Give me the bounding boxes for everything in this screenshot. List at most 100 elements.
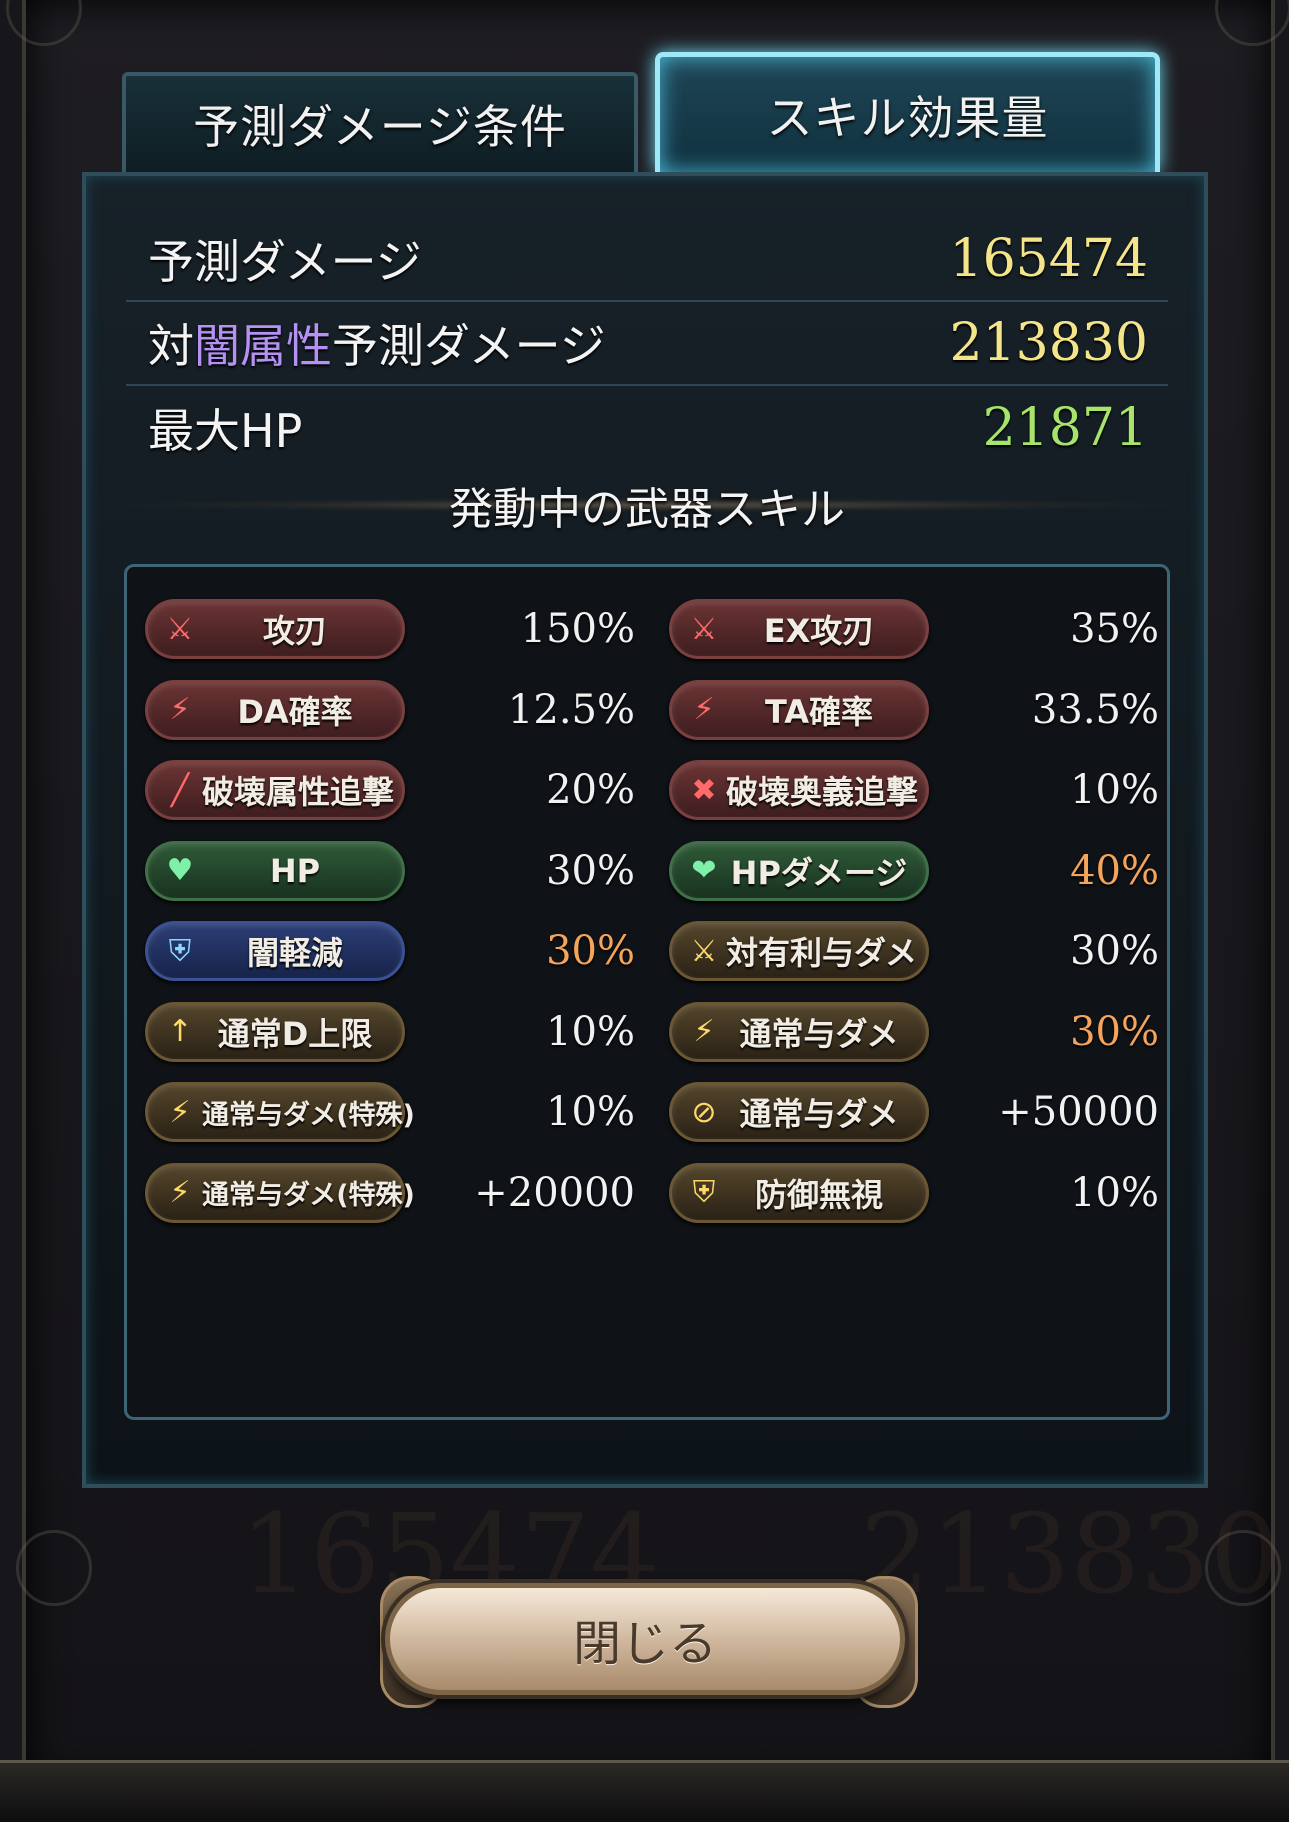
skill-value: +50000	[998, 1089, 1159, 1135]
skill-effects-panel: 予測ダメージ 165474 対闇属性予測ダメージ 213830 最大HP 218…	[82, 172, 1208, 1488]
max-hp-value: 21871	[982, 398, 1148, 458]
weapon-skill-item: ❤ HPダメージ 40%	[669, 839, 1159, 903]
skill-badge: ⊘ 通常与ダメ	[669, 1082, 929, 1142]
skill-badge: ⛨ 闇軽減	[145, 921, 405, 981]
predicted-damage-row: 予測ダメージ 165474	[126, 218, 1168, 302]
skill-label: TA確率	[764, 692, 874, 731]
skill-label: 通常与ダメ(特殊)	[202, 1099, 415, 1131]
tab-label: 予測ダメージ条件	[193, 100, 567, 154]
tab-skill-effects[interactable]: スキル効果量	[655, 52, 1160, 172]
weapon-skill-item: ⛨ 防御無視 10%	[669, 1161, 1159, 1225]
corner-ornament	[6, 0, 82, 46]
skill-label: EX攻刃	[763, 612, 875, 650]
circle-slash-icon: ⊘	[691, 1094, 717, 1130]
weapon-skill-item: ⚡ TA確率 33.5%	[669, 678, 1159, 742]
skill-label: 通常与ダメ	[739, 1095, 899, 1133]
lightning-sword-icon: ⚔	[690, 933, 718, 969]
corner-ornament	[16, 1530, 92, 1606]
weapon-skill-item: ⚡ 通常与ダメ 30%	[669, 1000, 1159, 1064]
skill-badge: ⚡ 通常与ダメ(特殊)	[145, 1162, 415, 1223]
skill-label: 対有利与ダメ	[726, 934, 918, 972]
weapon-skill-item: ✖ 破壊奥義追撃 10%	[669, 758, 1159, 822]
skill-label: DA確率	[237, 692, 353, 731]
weapon-skills-list: ⚔ 攻刃 150% ⚔ EX攻刃 35% ⚡ DA確率 12.5% ⚡ TA確率 33.5% ╱ 破壊属性…	[124, 564, 1170, 1420]
sword-icon: ⚔	[690, 611, 718, 647]
skill-badge: ⚔ 攻刃	[145, 599, 405, 659]
skill-value: 30%	[546, 847, 635, 894]
skill-label: 通常与ダメ	[739, 1014, 899, 1053]
weapon-skill-item: ⚔ 対有利与ダメ 30%	[669, 919, 1159, 983]
skill-label: 破壊属性追撃	[202, 773, 395, 811]
tab-predicted-damage-conditions[interactable]: 予測ダメージ条件	[122, 72, 638, 172]
skill-label: 破壊奥義追撃	[726, 773, 919, 811]
tab-label: スキル効果量	[766, 90, 1049, 145]
broken-heart-icon: ❤	[691, 853, 717, 888]
active-weapon-skills-heading: 発動中の武器スキル	[126, 472, 1168, 538]
skill-value: 30%	[1070, 928, 1159, 974]
skill-badge: ❤ HPダメージ	[669, 840, 929, 901]
shield-break-icon: ⛨	[692, 1175, 716, 1210]
lightning-icon: ⚡	[169, 1094, 191, 1130]
weapon-skill-item: ⚡ 通常与ダメ(特殊) 10%	[145, 1080, 635, 1144]
skill-badge: ⚡ DA確率	[145, 679, 405, 740]
triple-attack-icon: ⚡	[693, 692, 715, 727]
skill-label: 通常与ダメ(特殊)	[202, 1180, 415, 1211]
skill-badge: ↑ 通常D上限	[145, 1001, 405, 1062]
skill-badge: ⚡ 通常与ダメ	[669, 1001, 929, 1062]
skill-badge: ╱ 破壊属性追撃	[145, 760, 405, 820]
skill-badge: ⚔ EX攻刃	[669, 599, 929, 659]
weapon-skill-item: ╱ 破壊属性追撃 20%	[145, 758, 635, 822]
predicted-damage-label: 予測ダメージ	[148, 235, 422, 289]
double-attack-icon: ⚡	[169, 692, 191, 727]
background-ghost-number: 213830	[860, 1490, 1280, 1618]
vs-prefix: 対	[148, 319, 194, 373]
section-title-text: 発動中の武器スキル	[449, 484, 845, 535]
lightning-icon: ⚡	[169, 1175, 191, 1210]
skill-label: 攻刃	[262, 612, 327, 650]
skill-value: 35%	[1070, 606, 1159, 652]
skill-badge: ♥ HP	[145, 840, 405, 901]
cross-slash-icon: ✖	[691, 772, 717, 808]
vs-dark-damage-label: 対闇属性予測ダメージ	[126, 310, 606, 376]
corner-ornament	[1215, 0, 1289, 46]
skill-label: 通常D上限	[217, 1014, 373, 1053]
vs-dark-damage-value: 213830	[949, 313, 1148, 373]
skill-value: 20%	[546, 767, 635, 813]
bottom-frame-edge	[0, 1760, 1289, 1822]
weapon-skill-item: ↑ 通常D上限 10%	[145, 1000, 635, 1064]
skill-value: 10%	[546, 1008, 635, 1055]
skill-value: 30%	[1070, 1008, 1159, 1055]
skill-badge: ✖ 破壊奥義追撃	[669, 760, 929, 820]
lightning-icon: ⚡	[693, 1014, 715, 1049]
heart-icon: ♥	[166, 853, 194, 888]
close-button[interactable]: 閉じる	[385, 1583, 905, 1695]
skill-value: 30%	[546, 928, 635, 974]
shield-icon: ⛨	[168, 933, 192, 969]
max-hp-row: 最大HP 21871	[126, 386, 1168, 470]
skill-label: 闇軽減	[246, 934, 343, 972]
skill-badge: ⛨ 防御無視	[669, 1162, 929, 1223]
skill-value: 10%	[546, 1089, 635, 1135]
sword-icon: ⚔	[166, 611, 194, 647]
skill-value: 33.5%	[1031, 686, 1159, 733]
skill-label: HP	[269, 851, 321, 890]
skill-value: 150%	[520, 606, 635, 652]
skill-label: 防御無視	[754, 1175, 883, 1214]
skill-value: 40%	[1070, 847, 1159, 894]
skill-value: 10%	[1070, 767, 1159, 813]
skill-badge: ⚡ 通常与ダメ(特殊)	[145, 1082, 415, 1142]
weapon-skill-item: ⚡ DA確率 12.5%	[145, 678, 635, 742]
dark-element-text: 闇属性	[194, 319, 332, 373]
weapon-skill-item: ⛨ 闇軽減 30%	[145, 919, 635, 983]
weapon-skill-item: ⚔ 攻刃 150%	[145, 597, 635, 661]
vs-suffix: 予測ダメージ	[332, 319, 606, 373]
weapon-skill-item: ⚔ EX攻刃 35%	[669, 597, 1159, 661]
close-button-label: 閉じる	[572, 1616, 717, 1672]
skill-label: HPダメージ	[730, 853, 908, 892]
slash-icon: ╱	[170, 772, 190, 808]
weapon-skill-item: ♥ HP 30%	[145, 839, 635, 903]
skill-badge: ⚡ TA確率	[669, 679, 929, 740]
predicted-damage-value: 165474	[949, 229, 1148, 289]
weapon-skill-item: ⊘ 通常与ダメ +50000	[669, 1080, 1159, 1144]
skill-value: 12.5%	[507, 686, 635, 733]
